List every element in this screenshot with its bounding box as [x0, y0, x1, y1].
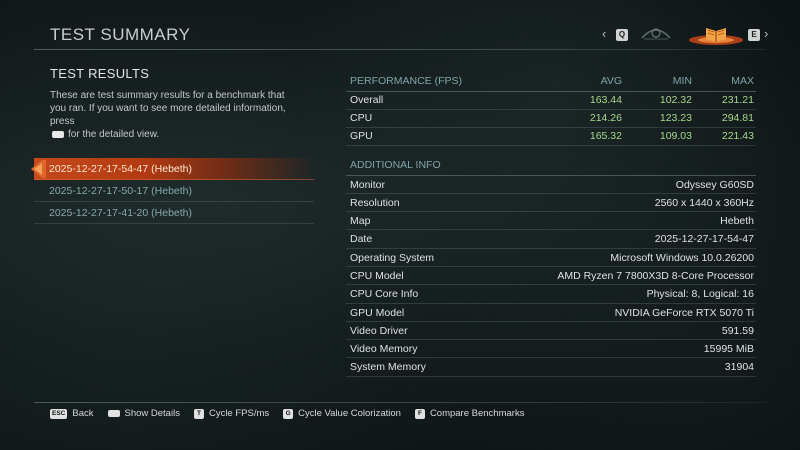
hint-label: Compare Benchmarks	[429, 408, 525, 419]
test-results-panel: TEST RESULTS These are test summary resu…	[50, 66, 310, 141]
info-row-cpu-model: CPU Model AMD Ryzen 7 7800X3D 8-Core Proc…	[346, 267, 756, 286]
footer-hints: ESC Back Show Details T Cycle FPS/ms G C…	[50, 408, 524, 419]
info-label: Video Driver	[350, 324, 408, 337]
hint-label: Cycle Value Colorization	[298, 408, 401, 419]
info-value: Microsoft Windows 10.0.26200	[610, 251, 754, 264]
spacebar-key-icon	[107, 410, 120, 417]
table-row: GPU 165.32 109.03 221.43	[346, 127, 756, 146]
result-item-label: 2025-12-27-17-41-20 (Hebeth)	[49, 207, 193, 219]
row-label: CPU	[346, 109, 544, 128]
info-label: CPU Core Info	[350, 288, 419, 301]
info-value: 15995 MiB	[703, 343, 754, 356]
description-text: These are test summary results for a ben…	[50, 90, 286, 127]
max-value: 221.43	[694, 127, 756, 146]
info-label: System Memory	[350, 361, 426, 374]
tab-icon-inactive[interactable]	[640, 24, 672, 42]
info-row-date: Date 2025-12-27-17-54-47	[346, 230, 756, 249]
min-value: 102.32	[624, 91, 694, 110]
column-avg: AVG	[544, 74, 624, 92]
info-value: Hebeth	[720, 215, 754, 228]
info-row-resolution: Resolution 2560 x 1440 x 360Hz	[346, 194, 756, 213]
footer-divider	[34, 402, 766, 403]
description-text-end: for the detailed view.	[68, 129, 160, 140]
result-list: 2025-12-27-17-54-47 (Hebeth) 2025-12-27-…	[31, 158, 314, 224]
result-item[interactable]: 2025-12-27-17-41-20 (Hebeth)	[34, 202, 314, 224]
cycle-colorization-hint[interactable]: G Cycle Value Colorization	[283, 408, 401, 419]
result-item-selected[interactable]: 2025-12-27-17-54-47 (Hebeth)	[31, 158, 314, 180]
cycle-fps-hint[interactable]: T Cycle FPS/ms	[193, 408, 270, 419]
result-item-label: 2025-12-27-17-50-17 (Hebeth)	[49, 185, 193, 197]
performance-title: PERFORMANCE (FPS)	[346, 74, 544, 92]
info-row-os: Operating System Microsoft Windows 10.0.2…	[346, 249, 756, 267]
max-value: 294.81	[694, 109, 756, 128]
performance-header-row: PERFORMANCE (FPS) AVG MIN MAX	[346, 74, 756, 92]
info-row-video-memory: Video Memory 15995 MiB	[346, 340, 756, 359]
test-results-title: TEST RESULTS	[50, 66, 150, 81]
info-row-cpu-cores: CPU Core Info Physical: 8, Logical: 16	[346, 285, 756, 304]
info-row-monitor: Monitor Odyssey G60SD	[346, 176, 756, 194]
performance-table: PERFORMANCE (FPS) AVG MIN MAX Overall 16…	[346, 74, 756, 146]
row-label: GPU	[346, 127, 544, 146]
info-label: Operating System	[350, 251, 435, 264]
min-value: 109.03	[624, 127, 694, 146]
esc-key-icon: ESC	[50, 408, 68, 419]
info-value: Physical: 8, Logical: 16	[646, 288, 754, 301]
chevron-left-icon: ‹	[602, 26, 607, 41]
summary-panel: PERFORMANCE (FPS) AVG MIN MAX Overall 16…	[346, 74, 756, 377]
e-key-icon[interactable]: E	[748, 29, 760, 41]
info-value: 2560 x 1440 x 360Hz	[654, 196, 754, 209]
avg-value: 214.26	[544, 109, 624, 128]
hint-label: Cycle FPS/ms	[208, 408, 270, 419]
info-value: 31904	[724, 361, 754, 374]
table-row: CPU 214.26 123.23 294.81	[346, 109, 756, 128]
info-label: Monitor	[350, 178, 386, 191]
column-max: MAX	[694, 74, 756, 92]
table-row: Overall 163.44 102.32 231.21	[346, 91, 756, 110]
info-row-gpu-model: GPU Model NVIDIA GeForce RTX 5070 Ti	[346, 304, 756, 322]
max-value: 231.21	[694, 91, 756, 110]
info-row-video-driver: Video Driver 591.59	[346, 322, 756, 341]
info-label: Resolution	[350, 196, 400, 209]
additional-info-title: ADDITIONAL INFO	[346, 159, 756, 176]
avg-value: 165.32	[544, 127, 624, 146]
info-label: GPU Model	[350, 306, 405, 319]
spacebar-key-icon	[52, 130, 64, 138]
info-label: CPU Model	[350, 269, 404, 282]
hint-label: Show Details	[124, 408, 180, 419]
header: TEST SUMMARY ‹ Q E ›	[0, 0, 800, 58]
info-row-system-memory: System Memory 31904	[346, 358, 756, 377]
book-tab-icon[interactable]	[688, 20, 744, 46]
g-key-icon: G	[283, 408, 294, 419]
q-key-icon[interactable]: Q	[616, 29, 628, 41]
back-hint[interactable]: ESC Back	[50, 408, 94, 419]
avg-value: 163.44	[544, 91, 624, 110]
result-item-label: 2025-12-27-17-54-47 (Hebeth)	[49, 163, 193, 175]
additional-info-list: Monitor Odyssey G60SD Resolution 2560 x 14…	[346, 176, 756, 377]
chevron-right-icon: ›	[764, 26, 769, 41]
info-value: 2025-12-27-17-54-47	[654, 233, 754, 246]
test-results-description: These are test summary results for a ben…	[50, 89, 300, 141]
page-title: TEST SUMMARY	[50, 25, 191, 44]
header-divider	[34, 49, 766, 50]
f-key-icon: F	[414, 408, 425, 419]
info-value: AMD Ryzen 7 7800X3D 8-Core Processor	[557, 269, 754, 282]
info-value: 591.59	[721, 324, 754, 337]
info-value: NVIDIA GeForce RTX 5070 Ti	[614, 306, 754, 319]
info-row-map: Map Hebeth	[346, 212, 756, 231]
result-item[interactable]: 2025-12-27-17-50-17 (Hebeth)	[34, 180, 314, 202]
show-details-hint[interactable]: Show Details	[107, 408, 180, 419]
info-label: Video Memory	[350, 343, 418, 356]
hint-label: Back	[72, 408, 94, 419]
info-value: Odyssey G60SD	[675, 178, 754, 191]
t-key-icon: T	[193, 408, 204, 419]
compare-benchmarks-hint[interactable]: F Compare Benchmarks	[414, 408, 525, 419]
info-label: Date	[350, 233, 373, 246]
min-value: 123.23	[624, 109, 694, 128]
info-label: Map	[350, 215, 371, 228]
column-min: MIN	[624, 74, 694, 92]
row-label: Overall	[346, 91, 544, 110]
selection-arrow-icon	[31, 160, 46, 178]
